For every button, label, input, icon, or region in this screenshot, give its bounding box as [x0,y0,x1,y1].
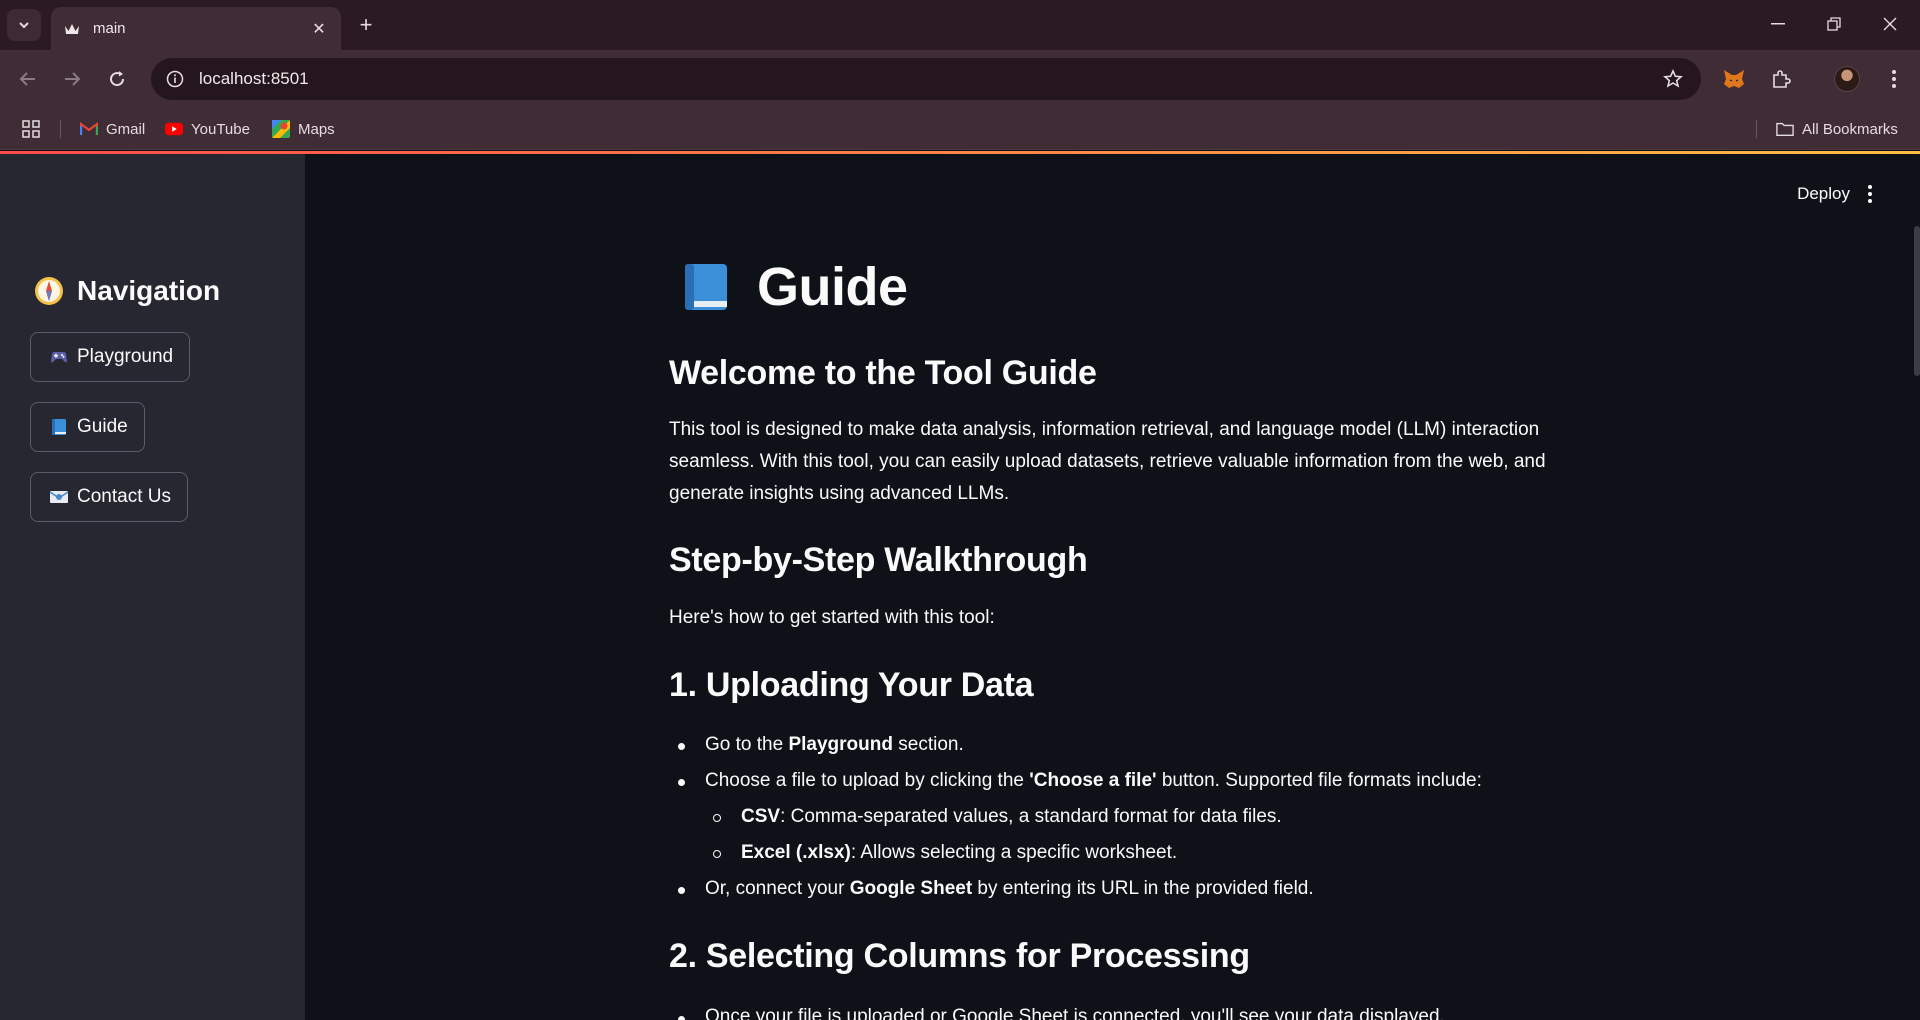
tab-search-button[interactable] [7,9,41,41]
address-bar[interactable]: localhost:8501 [151,58,1701,100]
sidebar-title-text: Navigation [77,275,221,306]
sidebar-item-label: Contact Us [77,486,171,507]
bookmark-maps[interactable]: Maps [272,117,335,141]
site-info-icon[interactable] [157,61,193,97]
page-title-text: Guide [757,257,908,317]
metamask-fox-icon[interactable] [1718,63,1750,95]
apps-grid-icon[interactable] [22,117,40,141]
bookmark-label: Maps [298,120,335,138]
step1-heading: 1. Uploading Your Data [669,666,1034,704]
sublist-bullet [713,850,721,858]
bookmarks-bar: Gmail YouTube Maps All Bookmarks [0,108,1920,150]
blue-book-icon [685,264,727,310]
folder-icon [1776,120,1794,138]
chrome-menu-icon[interactable] [1878,63,1910,95]
all-bookmarks-button[interactable]: All Bookmarks [1776,117,1898,141]
restore-icon[interactable] [1814,10,1854,38]
browser-toolbar: localhost:8501 [0,50,1920,108]
gmail-icon [80,120,98,138]
main-menu-kebab-icon[interactable] [1862,182,1878,206]
bookmark-label: Gmail [106,120,146,138]
extensions-puzzle-icon[interactable] [1765,63,1797,95]
new-tab-plus-icon[interactable]: + [352,11,380,39]
streamlit-crown-icon [63,20,81,38]
list-item: Excel (.xlsx): Allows selecting a specif… [741,842,1178,863]
list-item: Or, connect your Google Sheet by enterin… [705,878,1314,899]
chevron-down-icon [19,22,29,29]
deploy-button[interactable]: Deploy [1797,184,1850,204]
envelope-icon [49,491,69,503]
sidebar-item-guide[interactable]: Guide [30,402,145,452]
all-bookmarks-label: All Bookmarks [1802,120,1898,138]
bookmark-separator [60,120,61,138]
bookmark-separator [1756,120,1757,138]
forward-arrow-icon[interactable] [56,63,88,95]
list-item: Go to the Playground section. [705,734,964,755]
tab-title: main [93,20,126,37]
bookmark-youtube[interactable]: YouTube [165,117,250,141]
walkthrough-intro: Here's how to get started with this tool… [669,607,995,628]
browser-tabstrip: main ✕ + [0,0,1920,50]
game-controller-icon [51,352,67,363]
url-text: localhost:8501 [199,69,309,88]
blue-book-icon [52,419,66,435]
youtube-icon [165,120,183,138]
minimize-icon[interactable] [1758,10,1798,38]
scrollbar-thumb[interactable] [1914,226,1920,376]
maps-icon [272,120,290,138]
close-window-icon[interactable] [1870,10,1910,38]
list-item: Once your file is uploaded or Google She… [705,1006,1445,1020]
sidebar-item-label: Guide [77,416,128,437]
back-arrow-icon[interactable] [12,63,44,95]
sidebar-title: Navigation [33,275,220,307]
sidebar-item-label: Playground [77,346,174,367]
sidebar-item-contact-us[interactable]: Contact Us [30,472,188,522]
sidebar-item-playground[interactable]: Playground [30,332,191,382]
welcome-heading: Welcome to the Tool Guide [669,354,1097,392]
list-bullet [678,887,685,894]
sidebar: Navigation Playground Guide Contact Us [0,154,305,1020]
list-bullet [678,779,685,786]
bookmark-label: YouTube [191,120,250,138]
walkthrough-heading: Step-by-Step Walkthrough [669,541,1088,579]
list-item: Choose a file to upload by clicking the … [705,770,1482,791]
list-bullet [678,1016,685,1020]
compass-icon [35,277,63,305]
step2-heading: 2. Selecting Columns for Processing [669,937,1250,975]
close-tab-icon[interactable]: ✕ [309,19,329,39]
bookmark-star-icon[interactable] [1655,61,1691,97]
reload-icon[interactable] [101,63,133,95]
intro-paragraph: This tool is designed to make data analy… [669,419,1546,504]
sublist-bullet [713,814,721,822]
page-title: Guide [681,256,908,318]
profile-avatar[interactable] [1831,63,1863,95]
browser-tab-active[interactable]: main ✕ [51,7,341,50]
list-item: CSV: Comma-separated values, a standard … [741,806,1282,827]
list-bullet [678,743,685,750]
main-content: Deploy Guide Welcome to the Tool Guide T… [305,154,1920,1020]
bookmark-gmail[interactable]: Gmail [80,117,145,141]
